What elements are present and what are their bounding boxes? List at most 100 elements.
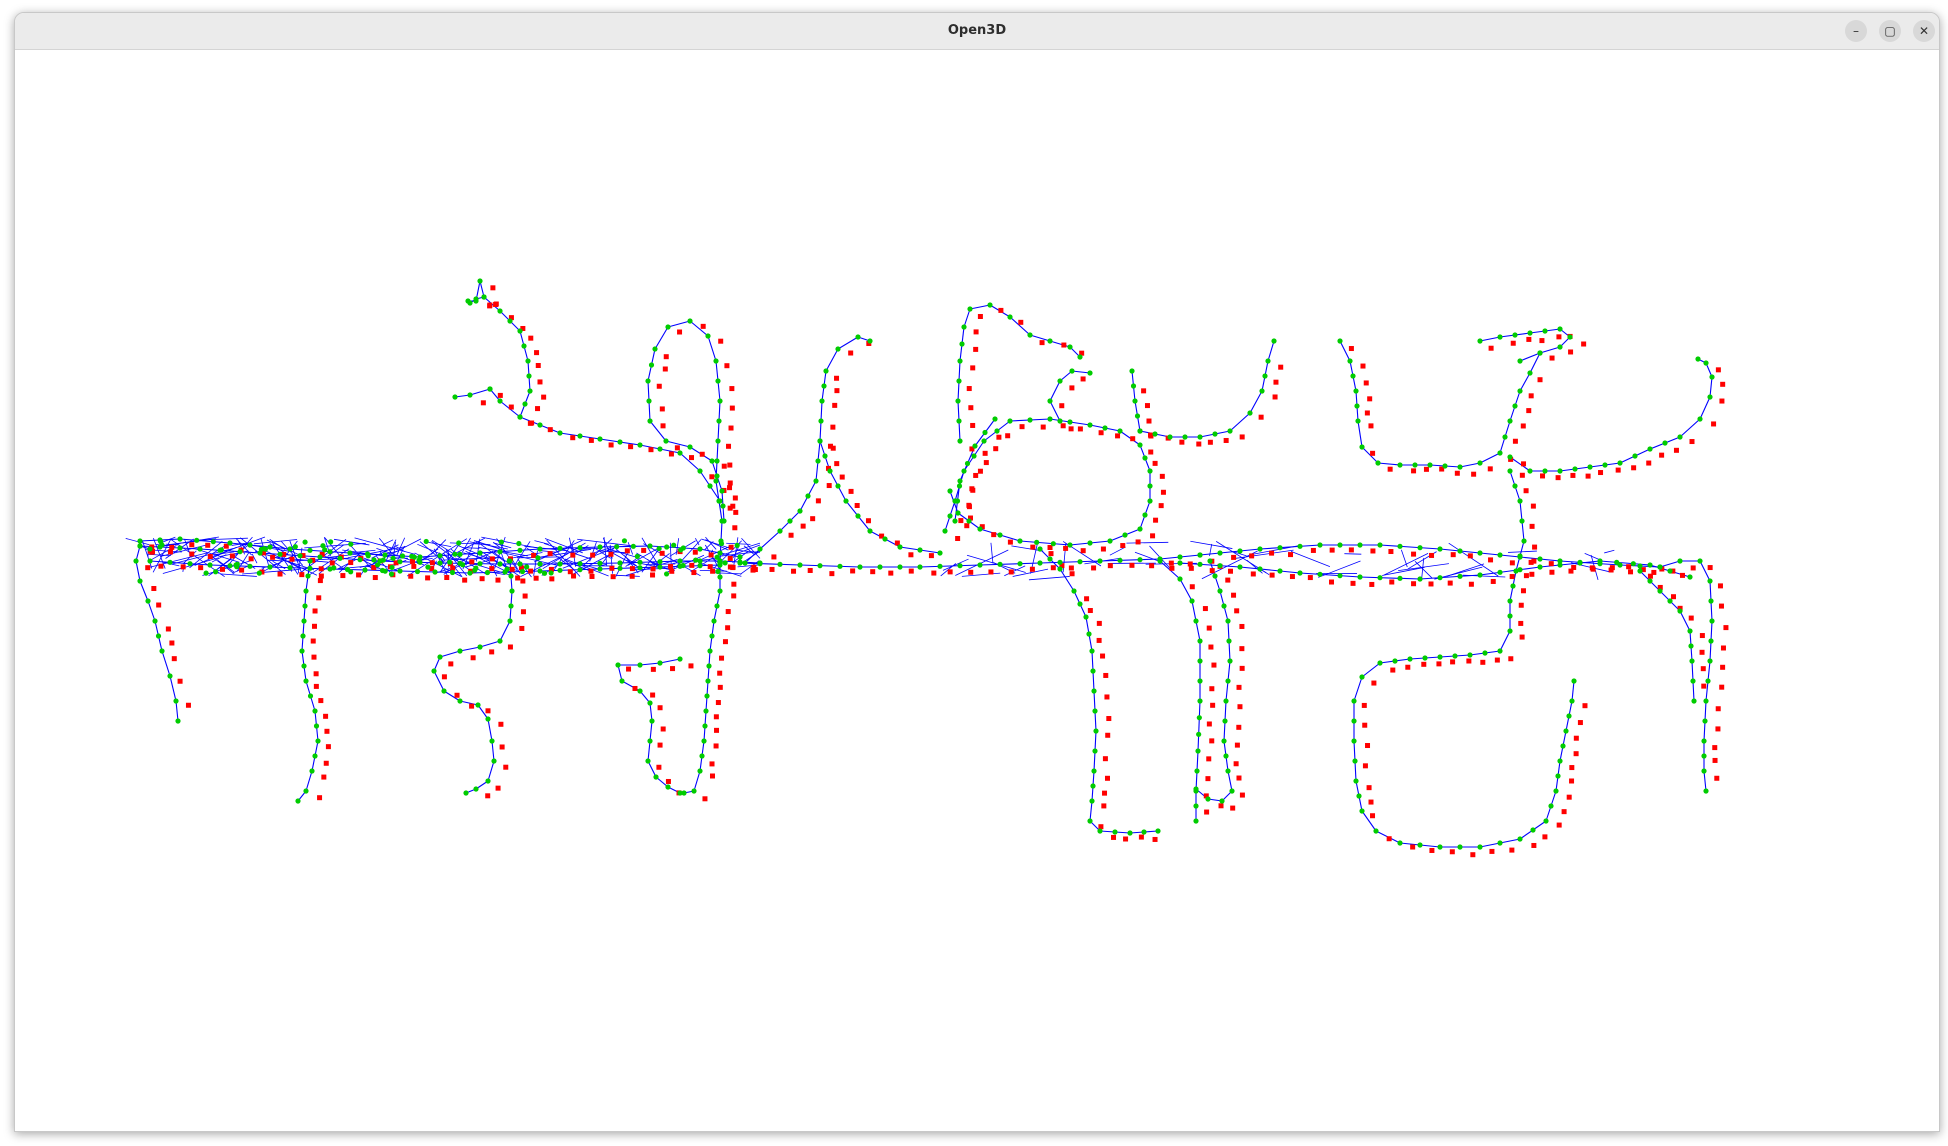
graph-node: [705, 333, 711, 339]
reference-point: [1470, 852, 1476, 858]
reference-point: [1068, 565, 1074, 571]
graph-node: [1417, 545, 1423, 551]
reference-point: [1626, 564, 1632, 570]
graph-node: [1709, 374, 1715, 380]
reference-point: [1411, 581, 1417, 587]
reference-point: [1047, 545, 1053, 551]
graph-node: [1197, 552, 1203, 558]
graph-node: [431, 668, 437, 674]
graph-edge: [667, 320, 691, 328]
reference-point: [311, 623, 317, 629]
graph-node: [961, 324, 967, 330]
close-button[interactable]: ✕: [1913, 20, 1935, 42]
reference-point: [1512, 438, 1518, 444]
reference-point: [1211, 662, 1217, 668]
graph-node: [877, 564, 883, 570]
reference-point: [1410, 844, 1416, 850]
graph-node: [1457, 548, 1463, 554]
reference-point: [1288, 552, 1294, 558]
graph-edge: [487, 718, 493, 742]
reference-point: [1102, 756, 1108, 762]
reference-point: [870, 569, 876, 575]
reference-point: [832, 402, 838, 408]
reference-point: [1210, 702, 1216, 708]
graph-node: [1377, 575, 1383, 581]
reference-point: [1158, 503, 1164, 509]
reference-point: [1723, 625, 1729, 631]
graph-node: [577, 567, 583, 573]
reference-point: [1138, 834, 1144, 840]
graph-node: [382, 552, 388, 558]
graph-node: [1703, 788, 1709, 794]
graph-edge: [1383, 552, 1429, 576]
graph-node: [1167, 434, 1173, 440]
reference-point: [732, 495, 738, 501]
reference-point: [1350, 580, 1356, 586]
reference-point: [1111, 834, 1117, 840]
title-bar[interactable]: Open3D – ▢ ✕: [15, 13, 1939, 50]
graph-node: [1092, 708, 1098, 714]
reference-point: [1520, 423, 1526, 429]
graph-edge: [1339, 340, 1351, 362]
reference-point: [519, 625, 525, 631]
graph-node: [177, 545, 183, 551]
graph-node: [1196, 731, 1202, 737]
graph-node: [1657, 564, 1663, 570]
reference-point: [689, 562, 695, 568]
graph-node: [709, 633, 715, 639]
graph-node: [1477, 844, 1483, 850]
graph-node: [302, 603, 308, 609]
reference-point: [1389, 579, 1395, 585]
graph-node: [843, 498, 849, 504]
graph-node: [1437, 575, 1443, 581]
graph-node: [1497, 840, 1503, 846]
graph-node: [517, 547, 523, 553]
graph-edge: [1229, 412, 1251, 432]
render-viewport[interactable]: [15, 50, 1939, 1131]
reference-point: [1521, 461, 1527, 467]
graph-node: [1510, 583, 1516, 589]
minimize-button[interactable]: –: [1845, 20, 1867, 42]
reference-point: [171, 656, 177, 662]
reference-point: [1628, 569, 1634, 575]
graph-node: [867, 338, 873, 344]
graph-node: [297, 553, 303, 559]
reference-point: [324, 728, 330, 734]
graph-edge: [649, 702, 653, 722]
graph-node: [155, 633, 162, 639]
graph-node: [301, 663, 307, 669]
graph-node: [1677, 608, 1683, 614]
reference-point: [318, 573, 324, 579]
reference-point: [660, 726, 666, 732]
graph-node: [472, 567, 478, 573]
graph-node: [300, 633, 306, 639]
reference-point: [1387, 466, 1393, 472]
reference-point: [1707, 565, 1713, 571]
graph-node: [671, 542, 677, 548]
graph-node: [1537, 564, 1543, 570]
reference-point: [1329, 547, 1335, 553]
reference-point: [1570, 472, 1576, 478]
reference-point: [541, 394, 547, 400]
graph-node: [1091, 688, 1097, 694]
reference-point: [729, 405, 735, 411]
graph-node: [707, 483, 713, 489]
graph-edge: [1604, 549, 1615, 554]
graph-node: [1577, 560, 1583, 566]
graph-node: [497, 549, 503, 555]
reference-point: [185, 702, 191, 708]
reference-point: [826, 483, 832, 489]
graph-node: [717, 588, 723, 594]
reference-point: [1670, 594, 1676, 600]
graph-edge: [1699, 560, 1711, 582]
reference-point: [725, 625, 731, 631]
reference-point: [1101, 803, 1107, 809]
graph-node: [1196, 715, 1202, 721]
graph-edge: [1239, 566, 1301, 574]
reference-point: [189, 551, 195, 557]
graph-node: [522, 401, 528, 407]
graph-node: [994, 428, 1000, 434]
maximize-button[interactable]: ▢: [1879, 20, 1901, 42]
reference-point: [968, 569, 974, 575]
graph-node: [1189, 598, 1195, 604]
